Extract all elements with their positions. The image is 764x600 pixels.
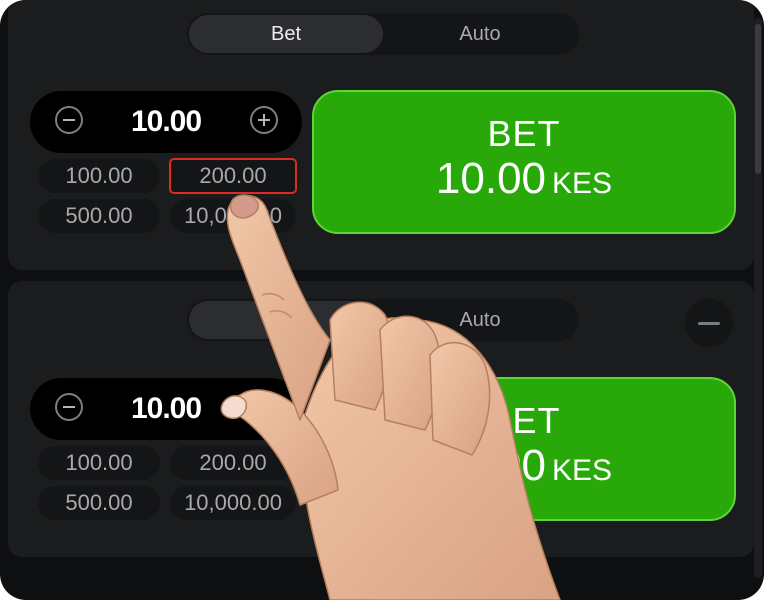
quick-amount-button[interactable]: 10,000.00: [170, 486, 296, 520]
minus-circle-icon[interactable]: [55, 106, 83, 134]
bet-button-amount: 10.00: [435, 153, 547, 203]
bet-mode-tabs: Bet Auto: [187, 13, 579, 55]
scrollbar[interactable]: [754, 18, 762, 578]
quick-amount-button[interactable]: 100.00: [38, 159, 160, 193]
bet-button-amount: 10.00: [435, 440, 547, 490]
quick-amount-button[interactable]: 100.00: [38, 446, 160, 480]
bet-button-currency: KES: [552, 166, 613, 200]
bet-button-amount-line: 10.00 KES: [436, 153, 612, 210]
bet-button-currency: KES: [552, 453, 613, 487]
tab-auto[interactable]: Auto: [383, 15, 577, 53]
tab-auto[interactable]: Auto: [383, 301, 577, 339]
remove-panel-button[interactable]: [685, 299, 733, 347]
bet-amount-stepper: 10.00: [30, 91, 302, 153]
bet-panel-1: Bet Auto 10.00 100.00 200.00 500.00 10,0…: [8, 0, 754, 270]
bet-button-label: BET: [487, 399, 561, 441]
minus-circle-icon[interactable]: [55, 393, 83, 421]
bet-panel-2: Bet Auto 10.00 100.00 200.00 500.00 10,0…: [8, 281, 754, 557]
bet-button-amount-line: 10.00 KES: [436, 440, 612, 497]
tab-bet[interactable]: Bet: [189, 15, 383, 53]
plus-circle-icon[interactable]: [250, 106, 278, 134]
quick-amount-button[interactable]: 200.00: [170, 446, 296, 480]
scrollbar-thumb[interactable]: [755, 24, 761, 174]
minus-icon: [698, 321, 720, 325]
bet-mode-tabs: Bet Auto: [187, 299, 579, 341]
plus-circle-icon[interactable]: [250, 393, 278, 421]
bet-button-label: BET: [487, 112, 561, 154]
tab-bet[interactable]: Bet: [189, 301, 383, 339]
bet-amount-value[interactable]: 10.00: [90, 378, 242, 440]
bet-amount-stepper: 10.00: [30, 378, 302, 440]
quick-amount-button[interactable]: 10,000.00: [170, 199, 296, 233]
bet-button[interactable]: BET 10.00 KES: [312, 90, 736, 234]
quick-amount-button[interactable]: 500.00: [38, 486, 160, 520]
quick-amount-button-highlighted[interactable]: 200.00: [169, 158, 297, 194]
quick-amount-button[interactable]: 500.00: [38, 199, 160, 233]
device-screen: Bet Auto 10.00 100.00 200.00 500.00 10,0…: [0, 0, 764, 600]
bet-button[interactable]: BET 10.00 KES: [312, 377, 736, 521]
bet-amount-value[interactable]: 10.00: [90, 91, 242, 153]
